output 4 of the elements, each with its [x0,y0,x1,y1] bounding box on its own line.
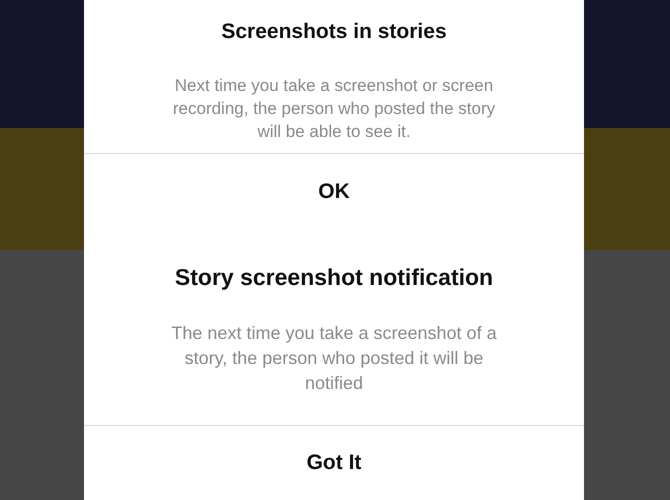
dialog-title: Story screenshot notification [174,264,494,291]
dialog-message: The next time you take a screenshot of a story, the person who posted it will be notified [170,322,498,395]
dialog-message: Next time you take a screenshot or screen recording, the person who posted the story will be able to see it. [172,75,496,143]
dialog-title: Screenshots in stories [221,20,447,44]
